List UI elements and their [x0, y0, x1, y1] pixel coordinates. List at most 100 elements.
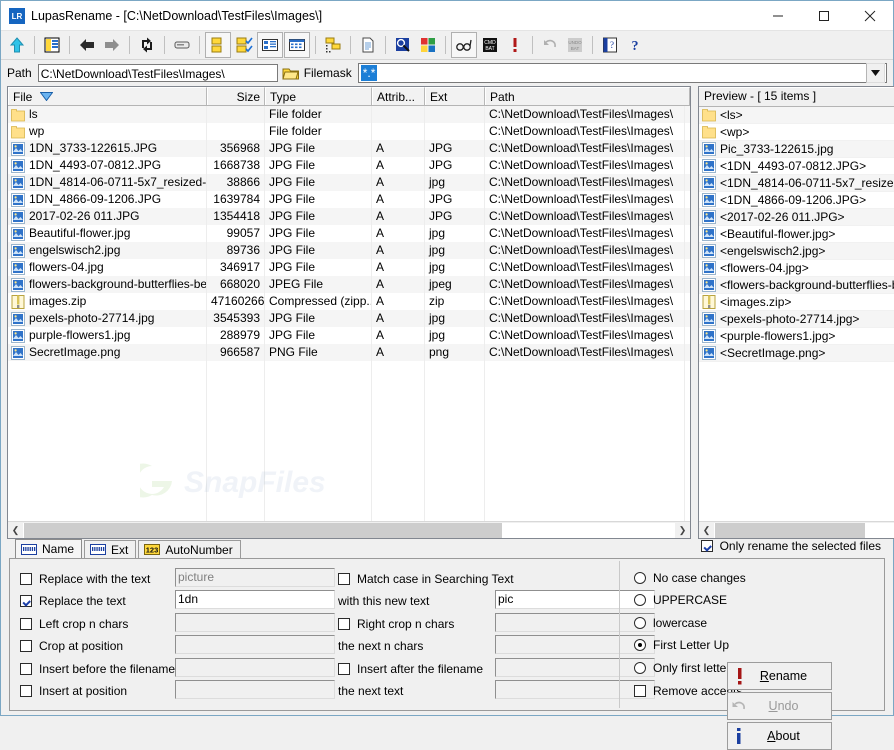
- checkbox[interactable]: [20, 685, 32, 697]
- maximize-button[interactable]: [801, 1, 847, 30]
- checkbox[interactable]: [20, 595, 32, 607]
- preview-scroll-left-icon[interactable]: ❮: [699, 523, 714, 538]
- tab-autonumber[interactable]: 123 AutoNumber: [138, 540, 241, 558]
- left-input-5[interactable]: [175, 680, 335, 699]
- list-item[interactable]: <pexels-photo-27714.jpg>: [699, 311, 894, 328]
- help-book-icon[interactable]: ?: [598, 33, 622, 57]
- checkbox[interactable]: [20, 640, 32, 652]
- table-row[interactable]: 1DN_4814-06-0711-5x7_resized-1.j...38866…: [8, 174, 690, 191]
- column-header-ext[interactable]: Ext: [425, 87, 485, 105]
- filemask-combo[interactable]: *.*: [357, 63, 887, 83]
- scroll-left-icon[interactable]: ❮: [8, 523, 23, 538]
- checkbox[interactable]: [634, 685, 646, 697]
- left-option-5[interactable]: Insert at position: [20, 684, 127, 698]
- table-row[interactable]: images.zip 47160266 Compressed (zipp... Azi…: [8, 293, 690, 310]
- file-list-scroll-thumb[interactable]: [24, 522, 502, 538]
- file-list-hscrollbar[interactable]: ❮ ❯: [8, 521, 690, 538]
- about-button[interactable]: About: [727, 722, 832, 750]
- table-row[interactable]: flowers-background-butterflies-beau...66…: [8, 276, 690, 293]
- left-input-0[interactable]: picture: [175, 568, 335, 587]
- list-item[interactable]: <engelswisch2.jpg>: [699, 243, 894, 260]
- table-row[interactable]: ls File folder C:\NetDownload\TestFiles\Im…: [8, 106, 690, 123]
- table-row[interactable]: 2017-02-26 011.JPG 1354418 JPG File A JPG C:\…: [8, 208, 690, 225]
- table-row[interactable]: flowers-04.jpg 346917 JPG File Ajpg C:\NetDo…: [8, 259, 690, 276]
- table-row[interactable]: pexels-photo-27714.jpg 3545393 JPG File Ajp…: [8, 310, 690, 327]
- scroll-right-icon[interactable]: ❯: [675, 523, 690, 538]
- file-list-scroll-track[interactable]: [23, 522, 675, 538]
- list-item[interactable]: <1DN_4493-07-0812.JPG>: [699, 158, 894, 175]
- checkbox[interactable]: [20, 663, 32, 675]
- mid-option-0[interactable]: Match case in Searching Text: [338, 572, 514, 586]
- mid-option-2[interactable]: Right crop n chars: [338, 617, 454, 631]
- exclamation-icon[interactable]: [503, 33, 527, 57]
- preview-hscrollbar[interactable]: ❮ ❯: [699, 521, 894, 538]
- case-radio-0[interactable]: No case changes: [634, 571, 746, 585]
- close-button[interactable]: [847, 1, 893, 30]
- checkbox[interactable]: [338, 573, 350, 585]
- filemask-input[interactable]: *.*: [360, 65, 378, 81]
- table-row[interactable]: 1DN_3733-122615.JPG 356968 JPG File A JPG C:\…: [8, 140, 690, 157]
- radio[interactable]: [634, 639, 646, 651]
- list-item[interactable]: <images.zip>: [699, 294, 894, 311]
- mid-input-5[interactable]: [495, 680, 655, 699]
- preview-rows[interactable]: <ls> <wp> Pic_3733-122615.jpg <1DN_4493-07-…: [699, 107, 894, 521]
- column-header-file[interactable]: File: [8, 87, 207, 105]
- back-arrow-icon[interactable]: [75, 33, 99, 57]
- column-header-attrib[interactable]: Attrib...: [372, 87, 425, 105]
- path-input[interactable]: C:\NetDownload\TestFiles\Images\: [37, 64, 278, 82]
- tab-name[interactable]: Name: [15, 539, 83, 558]
- left-input-3[interactable]: [175, 635, 335, 654]
- select-all-folders-icon[interactable]: [205, 32, 231, 58]
- list-item[interactable]: <2017-02-26 011.JPG>: [699, 209, 894, 226]
- column-header-type[interactable]: Type: [265, 87, 372, 105]
- case-radio-2[interactable]: lowercase: [634, 616, 707, 630]
- floppy-icon[interactable]: [170, 33, 194, 57]
- refresh-icon[interactable]: [135, 33, 159, 57]
- left-input-2[interactable]: [175, 613, 335, 632]
- column-header-size[interactable]: Size: [207, 87, 265, 105]
- list-item[interactable]: <1DN_4866-09-1206.JPG>: [699, 192, 894, 209]
- rename-button[interactable]: Rename: [727, 662, 832, 690]
- table-row[interactable]: 1DN_4493-07-0812.JPG 1668738 JPG File A JPG C…: [8, 157, 690, 174]
- left-input-4[interactable]: [175, 658, 335, 677]
- left-option-1[interactable]: Replace the text: [20, 594, 126, 608]
- mid-input-4[interactable]: [495, 658, 655, 677]
- mid-input-3[interactable]: [495, 635, 655, 654]
- table-row[interactable]: wp File folder C:\NetDownload\TestFiles\Im…: [8, 123, 690, 140]
- file-list-rows[interactable]: ls File folder C:\NetDownload\TestFiles\Im…: [8, 106, 690, 521]
- radio[interactable]: [634, 572, 646, 584]
- list-item[interactable]: <1DN_4814-06-0711-5x7_resized-1.: [699, 175, 894, 192]
- colors-icon[interactable]: [416, 33, 440, 57]
- list-item[interactable]: <flowers-background-butterflies-bea.: [699, 277, 894, 294]
- check-folders-icon[interactable]: [232, 33, 256, 57]
- magnifier-icon[interactable]: [391, 33, 415, 57]
- list-item[interactable]: <SecretImage.png>: [699, 345, 894, 362]
- mid-input-1[interactable]: pic: [495, 590, 655, 609]
- radio[interactable]: [634, 617, 646, 629]
- question-icon[interactable]: ?: [623, 33, 647, 57]
- case-radio-1[interactable]: UPPERCASE: [634, 593, 727, 607]
- checkbox[interactable]: [338, 618, 350, 630]
- forward-arrow-icon[interactable]: [100, 33, 124, 57]
- list-item[interactable]: <ls>: [699, 107, 894, 124]
- table-row[interactable]: Beautiful-flower.jpg 99057 JPG File Ajpg C:\…: [8, 225, 690, 242]
- list-view-icon[interactable]: [257, 32, 283, 58]
- preview-scroll-track[interactable]: [714, 522, 894, 538]
- checkbox[interactable]: [20, 618, 32, 630]
- document-icon[interactable]: [356, 33, 380, 57]
- list-item[interactable]: <purple-flowers1.jpg>: [699, 328, 894, 345]
- details-view-icon[interactable]: [284, 32, 310, 58]
- table-row[interactable]: purple-flowers1.jpg 288979 JPG File Ajpg C:\…: [8, 327, 690, 344]
- drive-list-icon[interactable]: [40, 33, 64, 57]
- left-option-4[interactable]: Insert before the filename: [20, 662, 175, 676]
- left-input-1[interactable]: 1dn: [175, 590, 335, 609]
- left-option-3[interactable]: Crop at position: [20, 639, 123, 653]
- left-option-0[interactable]: Replace with the text: [20, 572, 150, 586]
- table-row[interactable]: 1DN_4866-09-1206.JPG 1639784 JPG File A JPG C…: [8, 191, 690, 208]
- list-item[interactable]: Pic_3733-122615.jpg: [699, 141, 894, 158]
- table-row[interactable]: SecretImage.png 966587 PNG File Apng C:\NetD…: [8, 344, 690, 361]
- cmd-bat-icon[interactable]: CMD BAT: [478, 33, 502, 57]
- case-radio-3[interactable]: First Letter Up: [634, 638, 729, 652]
- list-item[interactable]: <wp>: [699, 124, 894, 141]
- only-rename-selected-checkbox[interactable]: [700, 540, 713, 552]
